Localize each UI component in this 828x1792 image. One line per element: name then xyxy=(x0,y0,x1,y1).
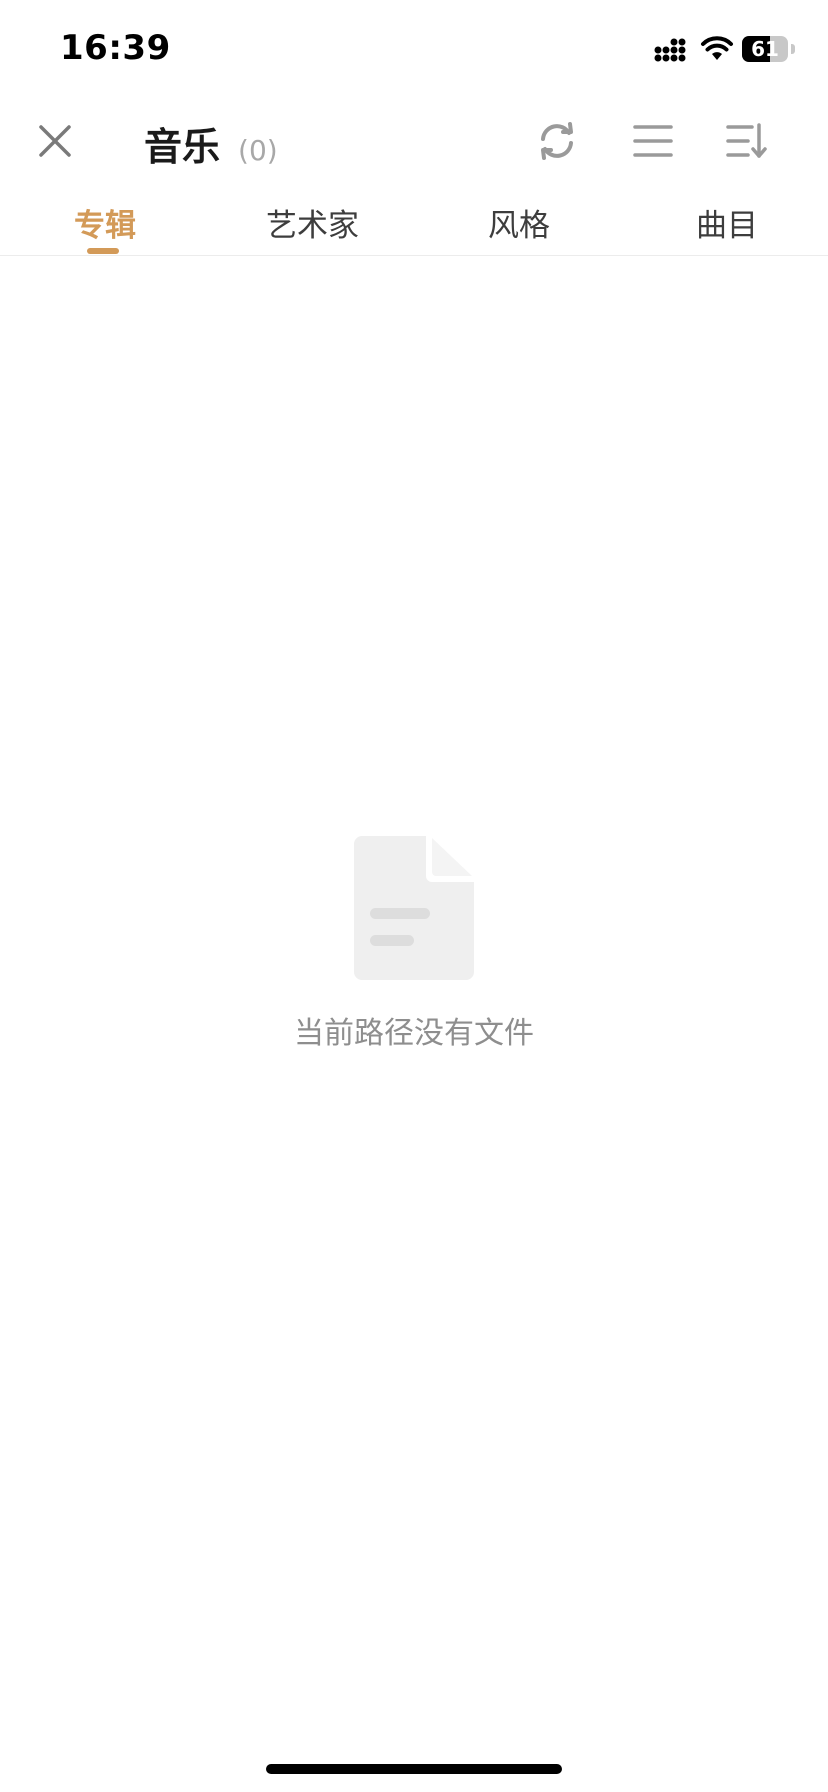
item-count: (0) xyxy=(238,134,278,167)
battery-level: 61 xyxy=(751,37,779,61)
tab-tracks[interactable]: 曲目 xyxy=(696,200,758,245)
tab-artists[interactable]: 艺术家 xyxy=(266,200,359,245)
battery-nub xyxy=(791,44,795,54)
cellular-signal-icon xyxy=(654,38,686,62)
empty-state-message: 当前路径没有文件 xyxy=(294,1016,534,1051)
battery-body: 61 xyxy=(742,36,788,62)
tab-albums[interactable]: 专辑 xyxy=(74,200,136,245)
wifi-icon xyxy=(701,36,733,60)
list-view-icon[interactable] xyxy=(630,118,676,164)
empty-file-icon xyxy=(354,836,474,980)
home-indicator[interactable] xyxy=(266,1764,562,1774)
page-title: 音乐 xyxy=(144,125,221,169)
close-icon[interactable] xyxy=(30,116,80,166)
category-tabs: 专辑 艺术家 风格 曲目 xyxy=(0,180,828,256)
tab-genres[interactable]: 风格 xyxy=(488,200,550,245)
title-group: 音乐 (0) xyxy=(144,116,278,169)
header: 音乐 (0) xyxy=(0,100,828,180)
active-tab-indicator xyxy=(87,248,119,254)
status-time: 16:39 xyxy=(60,28,171,68)
sort-icon[interactable] xyxy=(724,118,770,164)
refresh-icon[interactable] xyxy=(534,118,580,164)
battery-icon: 61 xyxy=(742,36,796,62)
status-bar: 16:39 61 xyxy=(0,0,828,100)
